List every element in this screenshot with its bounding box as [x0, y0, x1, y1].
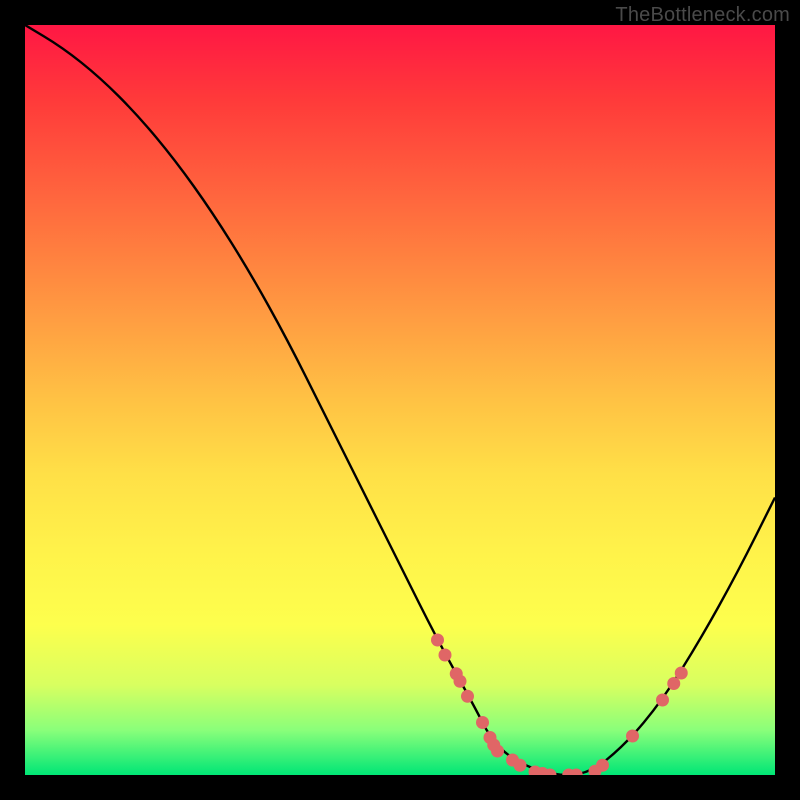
data-marker: [626, 730, 639, 743]
data-marker: [596, 759, 609, 772]
chart-container: TheBottleneck.com: [0, 0, 800, 800]
data-marker: [514, 759, 527, 772]
plot-area: [25, 25, 775, 775]
data-marker: [439, 649, 452, 662]
data-marker: [476, 716, 489, 729]
markers-layer: [431, 634, 688, 776]
attribution-text: TheBottleneck.com: [615, 4, 790, 27]
curve-layer: [25, 25, 775, 775]
data-marker: [656, 694, 669, 707]
data-marker: [667, 677, 680, 690]
data-marker: [454, 675, 467, 688]
data-marker: [491, 745, 504, 758]
chart-svg: [25, 25, 775, 775]
data-marker: [461, 690, 474, 703]
bottleneck-curve: [25, 25, 775, 775]
data-marker: [431, 634, 444, 647]
data-marker: [675, 667, 688, 680]
